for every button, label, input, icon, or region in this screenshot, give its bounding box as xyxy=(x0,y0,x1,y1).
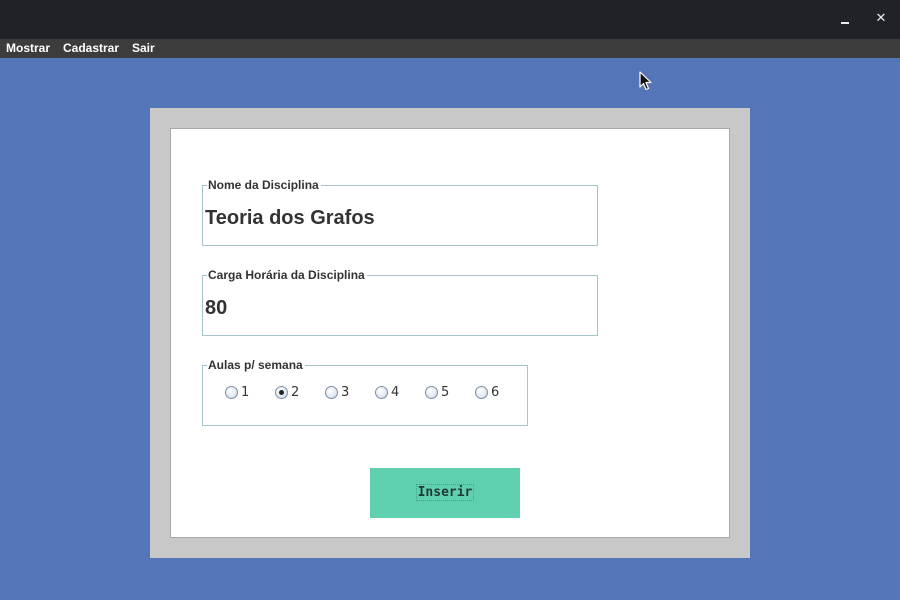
classes-per-week-fieldset: Aulas p/ semana 1 2 3 4 5 6 xyxy=(202,358,528,426)
form-panel: Nome da Disciplina Carga Horária da Disc… xyxy=(170,128,730,538)
course-name-input[interactable] xyxy=(205,206,585,230)
radio-label: 2 xyxy=(291,385,300,400)
course-hours-label: Carga Horária da Disciplina xyxy=(207,268,367,282)
course-hours-fieldset: Carga Horária da Disciplina xyxy=(202,268,598,336)
radio-button[interactable] xyxy=(475,386,488,399)
menu-item-sair[interactable]: Sair xyxy=(132,39,155,58)
classes-per-week-label: Aulas p/ semana xyxy=(207,358,305,372)
mouse-cursor-icon xyxy=(639,71,652,91)
course-name-label: Nome da Disciplina xyxy=(207,178,321,192)
course-name-fieldset: Nome da Disciplina xyxy=(202,178,598,246)
radio-button[interactable] xyxy=(325,386,338,399)
form-container: Nome da Disciplina Carga Horária da Disc… xyxy=(150,108,750,558)
insert-button[interactable]: Inserir xyxy=(370,468,520,518)
minimize-icon xyxy=(841,22,849,24)
radio-button[interactable] xyxy=(225,386,238,399)
close-button[interactable]: ✕ xyxy=(873,11,889,27)
window-titlebar: ✕ xyxy=(0,0,900,39)
menu-item-mostrar[interactable]: Mostrar xyxy=(6,39,50,58)
radio-label: 6 xyxy=(491,385,500,400)
menu-bar: Mostrar Cadastrar Sair xyxy=(0,39,900,58)
radio-button[interactable] xyxy=(375,386,388,399)
close-icon: ✕ xyxy=(875,11,887,26)
radio-label: 3 xyxy=(341,385,350,400)
course-hours-input[interactable] xyxy=(205,296,585,320)
radio-label: 4 xyxy=(391,385,400,400)
menu-item-cadastrar[interactable]: Cadastrar xyxy=(63,39,119,58)
minimize-button[interactable] xyxy=(837,11,853,27)
radio-label: 5 xyxy=(441,385,450,400)
insert-button-label: Inserir xyxy=(415,484,475,501)
radio-label: 1 xyxy=(241,385,250,400)
radio-button[interactable] xyxy=(425,386,438,399)
radio-button[interactable] xyxy=(275,386,288,399)
